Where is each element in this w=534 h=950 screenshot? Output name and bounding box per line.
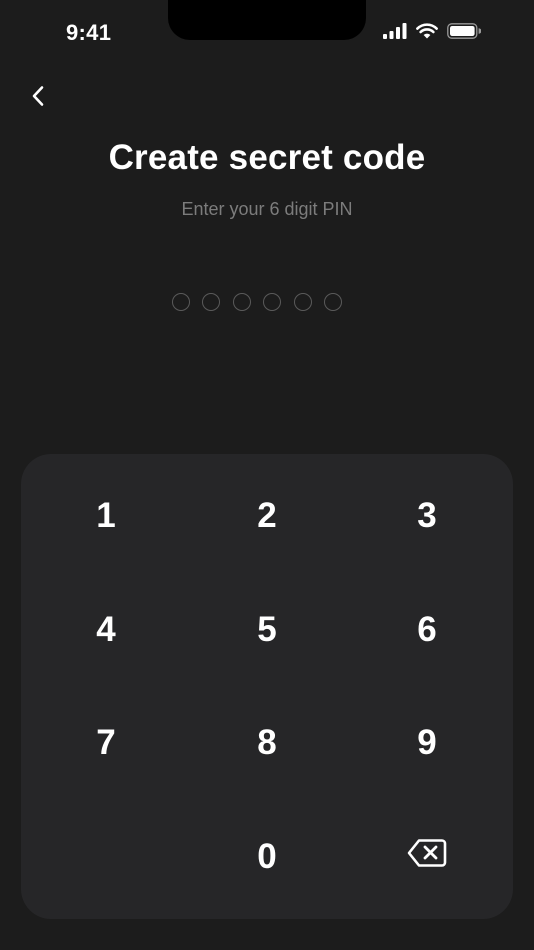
key-8[interactable]: 8 bbox=[197, 698, 337, 788]
numeric-keypad: 1 2 3 4 5 6 7 8 9 0 bbox=[21, 454, 513, 919]
pin-dot bbox=[232, 293, 251, 311]
status-bar: 9:41 bbox=[0, 0, 534, 60]
status-icons bbox=[383, 23, 482, 44]
wifi-icon bbox=[416, 23, 438, 44]
page-title: Create secret code bbox=[108, 138, 426, 177]
pin-dot bbox=[172, 293, 190, 311]
key-7[interactable]: 7 bbox=[36, 698, 176, 788]
key-1[interactable]: 1 bbox=[36, 471, 176, 561]
chevron-left-icon bbox=[31, 85, 45, 112]
key-9[interactable]: 9 bbox=[357, 698, 497, 788]
key-2[interactable]: 2 bbox=[197, 471, 337, 561]
pin-dot bbox=[323, 293, 342, 311]
pin-indicator bbox=[172, 293, 342, 311]
cellular-signal-icon bbox=[383, 23, 407, 44]
back-button[interactable] bbox=[22, 82, 54, 114]
status-time: 9:41 bbox=[66, 20, 112, 45]
key-4[interactable]: 4 bbox=[36, 585, 176, 675]
device-notch bbox=[168, 0, 366, 40]
backspace-icon bbox=[407, 837, 447, 877]
pin-dot bbox=[263, 293, 282, 311]
pin-dot bbox=[293, 293, 312, 311]
page-subtitle: Enter your 6 digit PIN bbox=[181, 199, 353, 219]
key-6[interactable]: 6 bbox=[357, 585, 497, 675]
battery-icon bbox=[447, 23, 482, 44]
pin-dot bbox=[202, 293, 221, 311]
key-5[interactable]: 5 bbox=[197, 585, 337, 675]
key-3[interactable]: 3 bbox=[357, 471, 497, 561]
key-0[interactable]: 0 bbox=[197, 812, 337, 902]
delete-button[interactable] bbox=[357, 812, 497, 902]
